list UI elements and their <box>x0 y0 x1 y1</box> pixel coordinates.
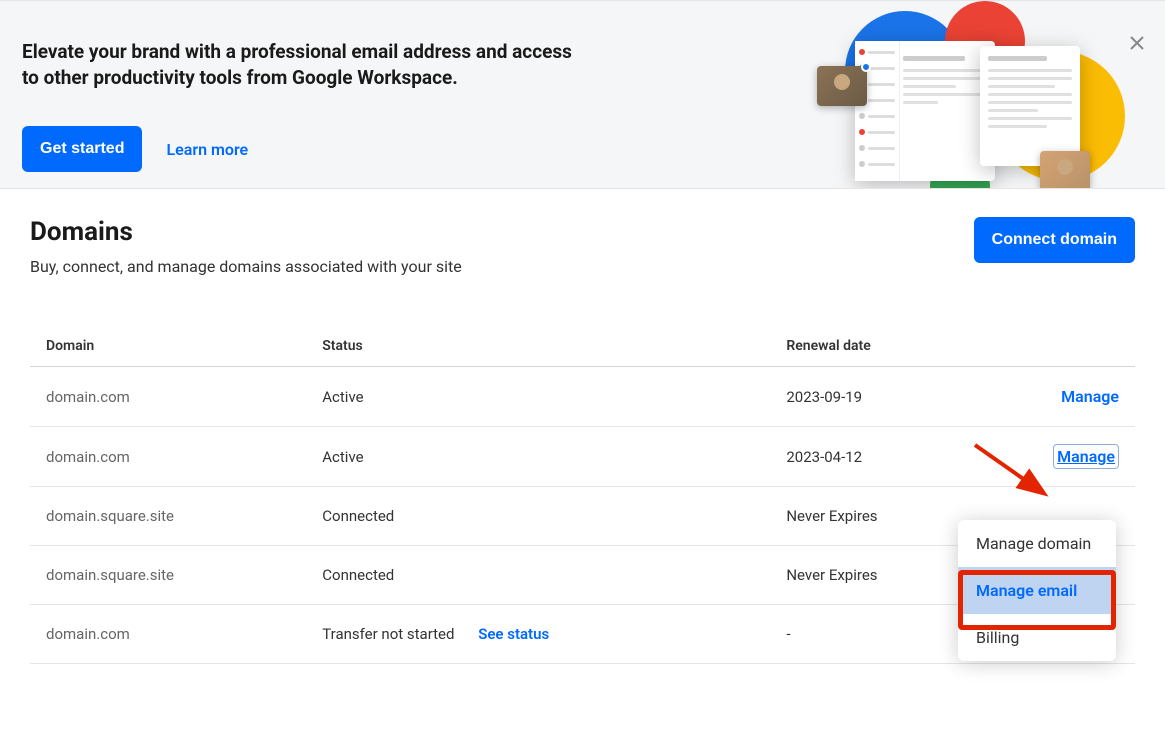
promo-banner: Elevate your brand with a professional e… <box>0 0 1165 189</box>
manage-link-active[interactable]: Manage <box>1053 444 1119 469</box>
status-cell: Connected <box>306 487 770 546</box>
dropdown-item-manage-domain[interactable]: Manage domain <box>958 520 1116 567</box>
domain-cell: domain.square.site <box>30 487 306 546</box>
close-icon <box>1130 36 1144 50</box>
renewal-cell: 2023-04-12 <box>770 427 1013 487</box>
table-row: domain.com Active 2023-09-19 Manage <box>30 367 1135 427</box>
manage-dropdown-menu: Manage domain Manage email Billing <box>958 520 1116 661</box>
page-header: Domains Buy, connect, and manage domains… <box>30 217 1135 276</box>
banner-text: Elevate your brand with a professional e… <box>22 39 582 160</box>
banner-title: Elevate your brand with a professional e… <box>22 39 582 90</box>
dropdown-item-billing[interactable]: Billing <box>958 614 1116 661</box>
renewal-cell: 2023-09-19 <box>770 367 1013 427</box>
status-cell: Active <box>306 427 770 487</box>
learn-more-link[interactable]: Learn more <box>166 140 248 159</box>
manage-link[interactable]: Manage <box>1061 387 1119 406</box>
close-banner-button[interactable] <box>1127 33 1147 53</box>
mock-gmail-window <box>855 41 995 181</box>
avatar-icon <box>1040 151 1090 189</box>
domain-cell: domain.com <box>30 427 306 487</box>
see-status-link[interactable]: See status <box>478 625 549 643</box>
domain-cell: domain.com <box>30 367 306 427</box>
status-text: Transfer not started <box>322 625 454 643</box>
status-cell: Transfer not started See status <box>306 605 770 664</box>
domain-cell: domain.square.site <box>30 546 306 605</box>
status-cell: Connected <box>306 546 770 605</box>
connect-domain-button[interactable]: Connect domain <box>974 217 1135 263</box>
mock-doc-window <box>980 46 1080 166</box>
dropdown-item-manage-email[interactable]: Manage email <box>958 567 1116 614</box>
page-subtitle: Buy, connect, and manage domains associa… <box>30 257 462 276</box>
col-status: Status <box>306 326 770 367</box>
table-row: domain.com Active 2023-04-12 Manage <box>30 427 1135 487</box>
col-actions <box>1013 326 1135 367</box>
col-domain: Domain <box>30 326 306 367</box>
col-renewal: Renewal date <box>770 326 1013 367</box>
status-cell: Active <box>306 367 770 427</box>
banner-actions: Get started Learn more <box>22 126 582 172</box>
get-started-button[interactable]: Get started <box>22 126 142 172</box>
banner-illustration <box>805 11 1125 189</box>
table-header-row: Domain Status Renewal date <box>30 326 1135 367</box>
domain-cell: domain.com <box>30 605 306 664</box>
page-title: Domains <box>30 217 462 247</box>
avatar-icon <box>817 66 867 106</box>
